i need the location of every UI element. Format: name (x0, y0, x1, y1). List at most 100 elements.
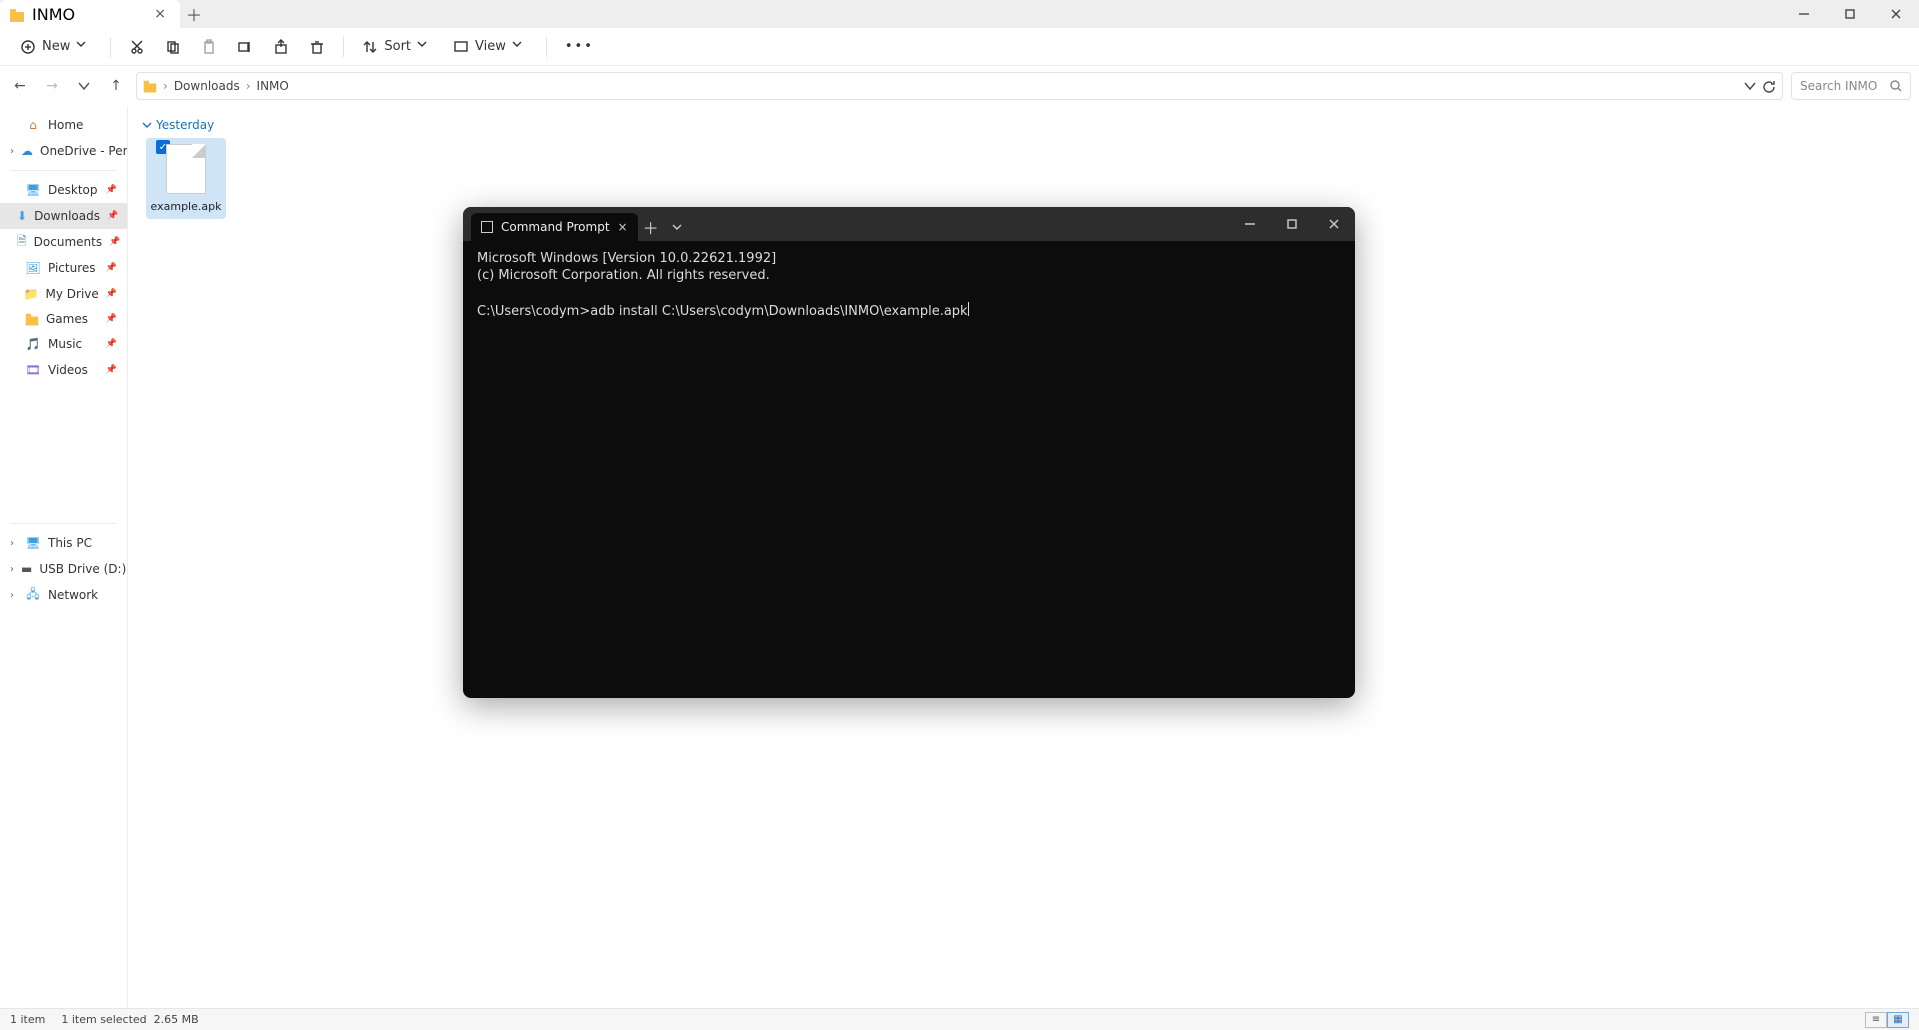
new-label: New (42, 39, 70, 54)
sidebar-item-desktop[interactable]: 🖥 Desktop 📌 (0, 177, 127, 203)
expand-icon[interactable]: › (10, 564, 14, 575)
minimize-button[interactable] (1781, 0, 1827, 28)
chevron-right-icon: › (246, 79, 251, 93)
file-item[interactable]: ✓ example.apk (146, 138, 226, 219)
sidebar-label: USB Drive (D:) (39, 562, 126, 576)
refresh-icon[interactable] (1762, 79, 1776, 93)
sidebar-item-network[interactable]: › 🖧 Network (0, 582, 127, 608)
pin-icon[interactable]: 📌 (109, 237, 120, 247)
close-tab-icon[interactable]: × (618, 220, 628, 234)
sidebar-item-games[interactable]: Games 📌 (0, 307, 127, 331)
expand-icon[interactable]: › (10, 538, 18, 549)
share-button[interactable] (265, 35, 297, 59)
folder-icon (10, 7, 24, 21)
terminal-dropdown[interactable] (664, 213, 690, 241)
pin-icon[interactable]: 📌 (107, 211, 118, 221)
pin-icon[interactable]: 📌 (106, 314, 117, 324)
path-box[interactable]: › Downloads › INMO (136, 72, 1783, 100)
close-tab-icon[interactable]: × (150, 6, 170, 22)
terminal-new-tab[interactable]: ＋ (638, 213, 664, 241)
pin-icon[interactable]: 📌 (106, 185, 117, 195)
chevron-down-icon (76, 39, 92, 55)
terminal-line: C:\Users\codym>adb install C:\Users\cody… (477, 304, 968, 319)
pin-icon[interactable]: 📌 (106, 289, 117, 299)
folder-icon (144, 83, 157, 92)
details-view-button[interactable]: ≡ (1865, 1012, 1887, 1028)
terminal-tab[interactable]: Command Prompt × (471, 213, 638, 241)
sidebar-label: Documents (34, 235, 102, 249)
sidebar-label: This PC (48, 536, 92, 550)
delete-button[interactable] (301, 35, 333, 59)
search-icon (1890, 80, 1902, 92)
chevron-down-icon (417, 39, 433, 55)
expand-icon[interactable]: › (10, 146, 14, 157)
downloads-icon: ⬇ (17, 208, 27, 224)
search-input[interactable]: Search INMO (1791, 72, 1911, 100)
terminal-output[interactable]: Microsoft Windows [Version 10.0.22621.19… (463, 241, 1355, 331)
back-button[interactable]: ← (8, 74, 32, 98)
minimize-button[interactable] (1229, 207, 1271, 241)
pin-icon[interactable]: 📌 (106, 365, 117, 375)
forward-button[interactable]: → (40, 74, 64, 98)
home-icon: ⌂ (25, 117, 41, 133)
breadcrumb-downloads[interactable]: Downloads (174, 79, 240, 93)
close-button[interactable] (1313, 207, 1355, 241)
cut-button[interactable] (121, 35, 153, 59)
more-button[interactable]: ••• (557, 35, 602, 58)
sidebar-item-documents[interactable]: 🗎 Documents 📌 (0, 229, 127, 255)
more-icon: ••• (565, 39, 594, 54)
sidebar-item-videos[interactable]: 🎞 Videos 📌 (0, 357, 127, 383)
terminal-window-controls (1229, 207, 1355, 241)
chevron-down-icon[interactable] (1744, 80, 1756, 92)
group-header-yesterday[interactable]: Yesterday (140, 114, 1907, 138)
sidebar-item-mydrive[interactable]: 📁 My Drive 📌 (0, 281, 127, 307)
status-bar: 1 item 1 item selected 2.65 MB ≡ ▦ (0, 1008, 1919, 1030)
recent-button[interactable] (72, 74, 96, 98)
group-label: Yesterday (156, 118, 214, 132)
copy-button[interactable] (157, 35, 189, 59)
sidebar-item-music[interactable]: 🎵 Music 📌 (0, 331, 127, 357)
breadcrumb-inmo[interactable]: INMO (257, 79, 289, 93)
explorer-tab[interactable]: INMO × (0, 0, 180, 28)
chevron-down-icon (672, 222, 682, 232)
new-tab-button[interactable]: ＋ (180, 0, 208, 28)
drive-icon: 📁 (24, 286, 39, 302)
expand-icon[interactable]: › (10, 590, 18, 601)
pin-icon[interactable]: 📌 (106, 263, 117, 273)
rename-button[interactable] (229, 35, 261, 59)
icons-view-button[interactable]: ▦ (1887, 1012, 1909, 1028)
view-button[interactable]: View (445, 35, 536, 59)
status-count: 1 item (10, 1013, 45, 1026)
sidebar-item-onedrive[interactable]: › ☁ OneDrive - Persona (0, 138, 127, 164)
up-button[interactable]: ↑ (104, 74, 128, 98)
usb-icon: ▬ (21, 561, 32, 577)
terminal-window[interactable]: Command Prompt × ＋ Microsoft Windows [Ve… (463, 207, 1355, 698)
sidebar-item-downloads[interactable]: ⬇ Downloads 📌 (0, 203, 127, 229)
separator (10, 170, 117, 171)
terminal-line: Microsoft Windows [Version 10.0.22621.19… (477, 251, 776, 266)
sidebar-label: Downloads (34, 209, 100, 223)
separator (343, 37, 344, 57)
maximize-button[interactable] (1271, 207, 1313, 241)
separator (546, 37, 547, 57)
desktop-icon: 🖥 (25, 182, 41, 198)
sidebar-item-usb[interactable]: › ▬ USB Drive (D:) (0, 556, 127, 582)
paste-button[interactable] (193, 35, 225, 59)
view-label: View (475, 39, 506, 54)
sidebar-item-pictures[interactable]: 🖼 Pictures 📌 (0, 255, 127, 281)
sidebar-item-thispc[interactable]: › 🖥 This PC (0, 530, 127, 556)
sort-icon (362, 39, 378, 55)
pin-icon[interactable]: 📌 (106, 339, 117, 349)
sidebar-label: Pictures (48, 261, 96, 275)
new-button[interactable]: New (12, 35, 100, 59)
maximize-button[interactable] (1827, 0, 1873, 28)
videos-icon: 🎞 (25, 362, 41, 378)
sidebar-label: Network (48, 588, 98, 602)
music-icon: 🎵 (25, 336, 41, 352)
network-icon: 🖧 (25, 587, 41, 603)
sort-button[interactable]: Sort (354, 35, 441, 59)
clipboard-icon (201, 39, 217, 55)
close-button[interactable] (1873, 0, 1919, 28)
sidebar-item-home[interactable]: ⌂ Home (0, 112, 127, 138)
address-bar: ← → ↑ › Downloads › INMO Search INMO (0, 66, 1919, 106)
